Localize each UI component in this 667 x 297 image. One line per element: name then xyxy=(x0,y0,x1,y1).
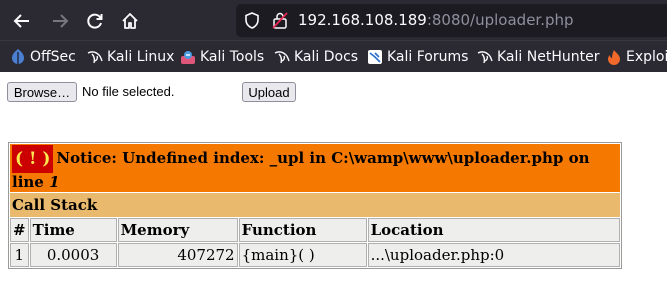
browse-button[interactable]: Browse… xyxy=(7,82,77,102)
offsec-icon xyxy=(10,49,26,65)
insecure-lock-icon[interactable] xyxy=(272,12,288,29)
address-bar[interactable]: 192.168.108.189:8080/uploader.php xyxy=(236,4,667,37)
url-text[interactable]: 192.168.108.189:8080/uploader.php xyxy=(298,11,574,29)
bookmark-label: Kali NetHunter xyxy=(497,49,600,65)
url-host: 192.168.108.189 xyxy=(298,11,427,29)
call-stack-title: Call Stack xyxy=(10,193,620,217)
row-function: {main}( ) xyxy=(238,243,367,267)
reload-icon xyxy=(87,13,103,29)
home-button[interactable] xyxy=(117,8,143,34)
bookmark-kali-tools[interactable]: Kali Tools xyxy=(180,47,264,67)
kali-dragon-icon xyxy=(274,49,290,65)
back-arrow-icon xyxy=(13,14,29,28)
bookmark-kali-docs[interactable]: Kali Docs xyxy=(274,47,358,67)
forward-arrow-icon xyxy=(53,14,69,28)
bookmark-label: Kali Linux xyxy=(107,49,175,65)
row-number: 1 xyxy=(10,243,29,267)
row-location: ...\uploader.php:0 xyxy=(367,243,620,267)
notice-text: Notice: Undefined index: _upl in C:\wamp… xyxy=(12,149,590,191)
row-memory: 407272 xyxy=(117,243,238,267)
notice-row: ( ! ) Notice: Undefined index: _upl in C:… xyxy=(10,144,620,192)
url-path: :8080/uploader.php xyxy=(426,11,574,29)
upload-button[interactable]: Upload xyxy=(242,82,296,102)
bookmark-label: Exploit xyxy=(626,49,667,65)
forward-button[interactable] xyxy=(47,8,73,34)
back-button[interactable] xyxy=(9,8,35,34)
kali-forums-icon xyxy=(367,49,383,65)
kali-tools-icon xyxy=(180,49,196,65)
notice-message: ( ! ) Notice: Undefined index: _upl in C:… xyxy=(10,144,620,192)
shield-icon[interactable] xyxy=(244,12,260,29)
table-row: 1 0.0003 407272 {main}( ) ...\uploader.p… xyxy=(10,243,620,267)
warning-badge-icon: ( ! ) xyxy=(12,145,54,173)
page-content: Browse… No file selected. Upload ( ! ) No… xyxy=(0,72,667,297)
bookmarks-toolbar: OffSec Kali Linux Kali Tools Kali Docs K… xyxy=(0,40,667,72)
column-header-number: # xyxy=(10,218,29,242)
kali-dragon-icon xyxy=(477,49,493,65)
column-header-location: Location xyxy=(367,218,620,242)
bookmark-label: Kali Tools xyxy=(200,49,265,65)
browser-toolbar: 192.168.108.189:8080/uploader.php xyxy=(0,0,667,40)
bookmark-offsec[interactable]: OffSec xyxy=(10,47,76,67)
column-header-memory: Memory xyxy=(117,218,238,242)
row-time: 0.0003 xyxy=(29,243,117,267)
bookmark-label: Kali Docs xyxy=(294,49,359,65)
bookmark-kali-nethunter[interactable]: Kali NetHunter xyxy=(477,47,599,67)
bookmark-exploit-db[interactable]: Exploit xyxy=(606,47,667,67)
bookmark-kali-forums[interactable]: Kali Forums xyxy=(367,47,468,67)
reload-button[interactable] xyxy=(82,8,108,34)
notice-line-number: 1 xyxy=(49,173,60,191)
column-header-time: Time xyxy=(29,218,117,242)
bookmark-kali-linux[interactable]: Kali Linux xyxy=(87,47,174,67)
home-icon xyxy=(122,13,138,29)
call-stack-row: Call Stack xyxy=(10,193,620,217)
file-status-text: No file selected. xyxy=(82,84,175,99)
column-header-function: Function xyxy=(238,218,367,242)
bookmark-label: OffSec xyxy=(30,49,76,65)
bookmark-label: Kali Forums xyxy=(387,49,469,65)
table-header-row: # Time Memory Function Location xyxy=(10,218,620,242)
xdebug-error-table: ( ! ) Notice: Undefined index: _upl in C:… xyxy=(8,142,622,269)
kali-dragon-icon xyxy=(87,49,103,65)
exploit-db-icon xyxy=(606,49,622,65)
